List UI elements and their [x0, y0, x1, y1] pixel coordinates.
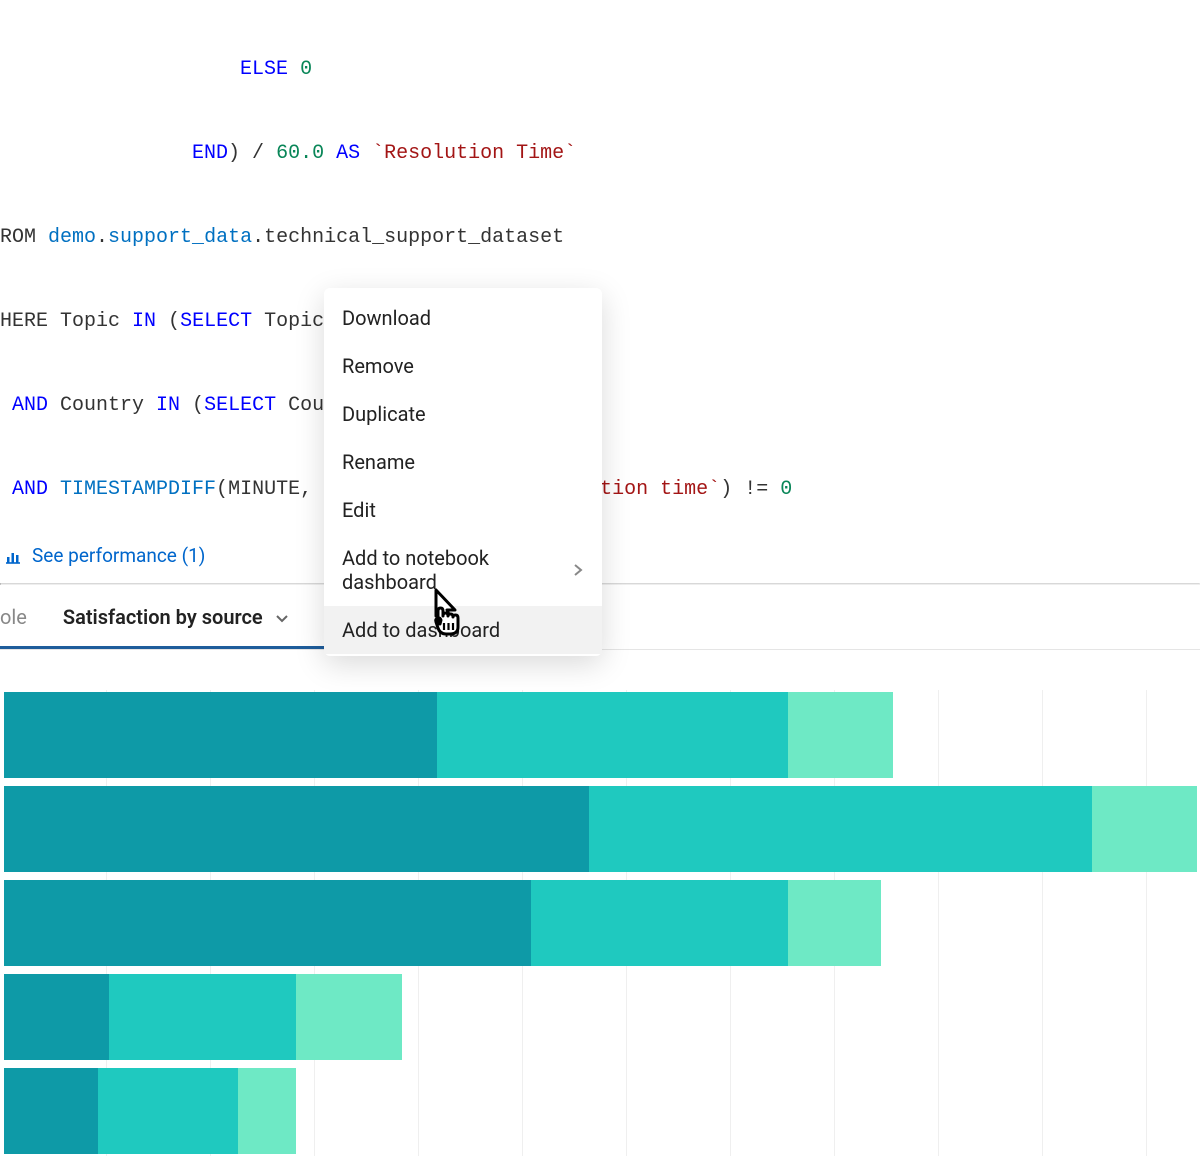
tab-context-menu: Download Remove Duplicate Rename Edit Ad…: [324, 288, 602, 656]
bar-segment[interactable]: [4, 786, 589, 872]
chevron-right-icon: [572, 558, 584, 582]
bar-segment[interactable]: [98, 1068, 238, 1154]
alias-resolution-time: `Resolution Time`: [372, 142, 576, 165]
chart-bar-row: [4, 784, 1200, 874]
chart-bar-row: [4, 972, 1200, 1062]
menu-duplicate[interactable]: Duplicate: [324, 390, 602, 438]
chart-bar-row: [4, 1066, 1200, 1156]
bar-segment[interactable]: [788, 880, 882, 966]
bar-segment[interactable]: [4, 692, 437, 778]
bar-segment[interactable]: [296, 974, 401, 1060]
stacked-bar-chart: [0, 649, 1200, 1156]
menu-add-to-dashboard[interactable]: Add to dashboard: [324, 606, 602, 654]
tab-label: Satisfaction by source: [63, 605, 263, 629]
bar-segment[interactable]: [109, 974, 296, 1060]
menu-rename[interactable]: Rename: [324, 438, 602, 486]
bar-segment[interactable]: [4, 974, 109, 1060]
literal-sixty: 60.0: [276, 142, 324, 165]
chart-bar-row: [4, 690, 1200, 780]
performance-link-label: See performance (1): [32, 544, 205, 567]
chart-bar-row: [4, 878, 1200, 968]
menu-remove[interactable]: Remove: [324, 342, 602, 390]
menu-edit[interactable]: Edit: [324, 486, 602, 534]
bar-segment[interactable]: [531, 880, 788, 966]
chart-icon: [4, 547, 22, 565]
literal-zero: 0: [288, 58, 312, 81]
bar-segment[interactable]: [238, 1068, 297, 1154]
bar-segment[interactable]: [788, 692, 893, 778]
bar-segment[interactable]: [1092, 786, 1197, 872]
tab-partial[interactable]: ole: [0, 585, 45, 649]
chevron-down-icon[interactable]: [273, 608, 291, 626]
menu-add-to-notebook-dashboard[interactable]: Add to notebook dashboard: [324, 534, 602, 606]
bar-segment[interactable]: [437, 692, 788, 778]
keyword-end: END: [192, 142, 228, 165]
keyword-else: ELSE: [240, 58, 288, 81]
bar-segment[interactable]: [4, 880, 531, 966]
menu-download[interactable]: Download: [324, 294, 602, 342]
bar-segment[interactable]: [4, 1068, 98, 1154]
bar-segment[interactable]: [589, 786, 1092, 872]
tab-satisfaction-by-source[interactable]: Satisfaction by source: [45, 585, 309, 649]
